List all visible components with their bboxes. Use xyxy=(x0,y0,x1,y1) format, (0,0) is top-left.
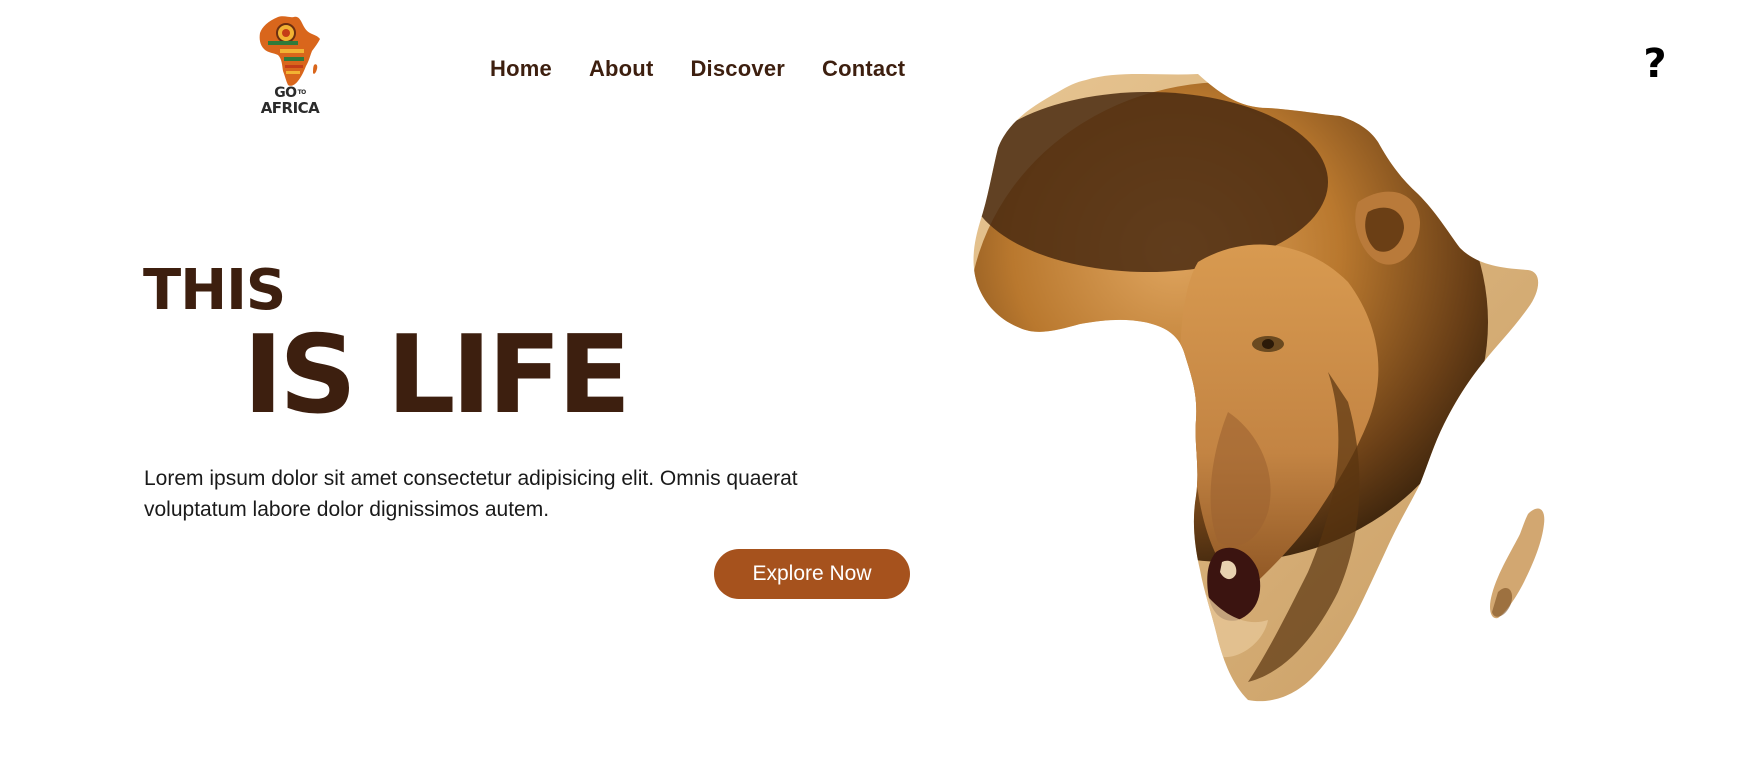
logo-line2: AFRICA xyxy=(260,99,320,117)
logo-wordmark: GOTO AFRICA xyxy=(258,86,322,116)
logo-line1-small: TO xyxy=(297,89,307,96)
africa-logo-icon xyxy=(259,16,320,86)
landing-page: GOTO AFRICA Home About Discover Contact … xyxy=(0,0,1738,782)
nav-link-about[interactable]: About xyxy=(589,56,654,82)
nav-link-contact[interactable]: Contact xyxy=(822,56,905,82)
nav-link-home[interactable]: Home xyxy=(490,56,552,82)
hero-description: Lorem ipsum dolor sit amet consectetur a… xyxy=(144,467,798,521)
help-icon[interactable]: ? xyxy=(1640,42,1670,86)
logo[interactable]: GOTO AFRICA xyxy=(258,15,322,119)
hero-title-line2: IS LIFE xyxy=(243,313,631,438)
explore-now-button[interactable]: Explore Now xyxy=(714,549,910,599)
nav-link-discover[interactable]: Discover xyxy=(690,56,785,82)
africa-lion-image xyxy=(973,74,1545,702)
main-nav: Home About Discover Contact xyxy=(490,56,942,82)
hero-title-line1: THIS xyxy=(143,258,286,323)
